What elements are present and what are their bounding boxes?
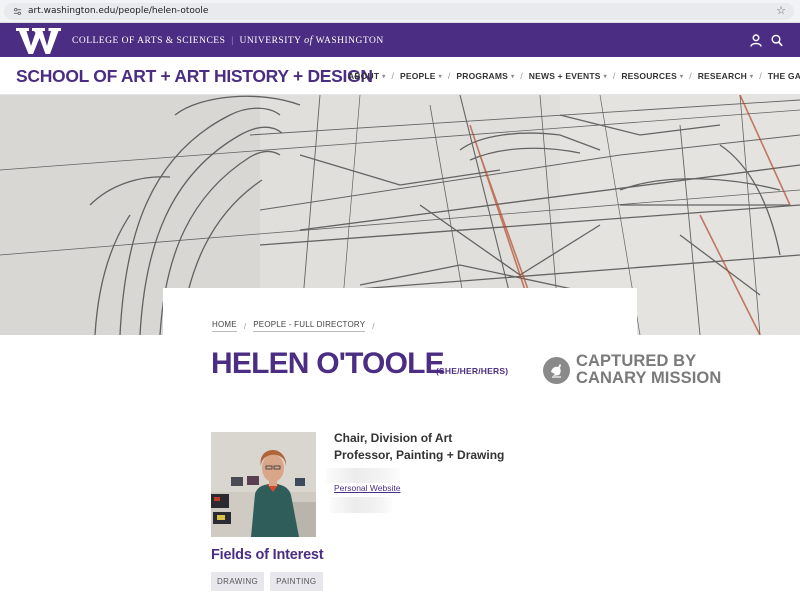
uw-w-logo[interactable] [16, 27, 62, 55]
fields-of-interest-heading: Fields of Interest [211, 547, 324, 563]
search-icon[interactable] [771, 34, 783, 47]
nav-item-programs[interactable]: PROGRAMS ▾ [456, 71, 514, 81]
nav-label: NEWS + EVENTS [528, 71, 601, 81]
school-title-link[interactable]: SCHOOL OF ART + ART HISTORY + DESIGN [16, 66, 373, 87]
nav-label: RESOURCES [621, 71, 677, 81]
nav-label: PROGRAMS [456, 71, 509, 81]
browser-address-bar: art.washington.edu/people/helen-otoole ☆ [0, 0, 800, 23]
profile-title-professor: Professor, Painting + Drawing [334, 448, 505, 462]
college-separator: | [231, 36, 234, 46]
nav-label: RESEARCH [697, 71, 748, 81]
breadcrumb-people-directory[interactable]: PEOPLE - FULL DIRECTORY [253, 320, 366, 332]
page-title: HELEN O'TOOLE [211, 347, 445, 380]
tag-drawing[interactable]: DRAWING [211, 572, 265, 591]
url-field[interactable]: art.washington.edu/people/helen-otoole ☆ [4, 3, 794, 20]
nav-separator: / [447, 71, 451, 81]
pronouns: (SHE/HER/HERS) [436, 366, 509, 376]
nav-separator: / [759, 71, 762, 81]
user-icon[interactable] [750, 34, 762, 47]
chevron-down-icon: ▾ [679, 73, 684, 80]
fields-of-interest-tags: DRAWING PAINTING [211, 572, 329, 591]
canary-mission-badge: CAPTURED BY CANARY MISSION [576, 353, 721, 387]
chevron-down-icon: ▾ [511, 73, 515, 80]
tag-painting[interactable]: PAINTING [270, 572, 323, 591]
university-name-of: of [304, 35, 313, 46]
personal-website-link[interactable]: Personal Website [334, 483, 400, 493]
nav-label: ABOUT [348, 71, 380, 81]
breadcrumb-separator: / [372, 321, 375, 331]
profile-title-chair: Chair, Division of Art [334, 431, 453, 445]
breadcrumb-home[interactable]: HOME [212, 320, 237, 332]
canary-line-1: CAPTURED BY [576, 352, 697, 370]
chevron-down-icon: ▾ [438, 73, 442, 80]
nav-item-resources[interactable]: RESOURCES ▾ [621, 71, 683, 81]
canary-bird-icon [543, 357, 570, 384]
nav-label: THE GALLERY [767, 71, 800, 81]
nav-separator: / [689, 71, 692, 81]
chevron-down-icon: ▾ [603, 73, 607, 80]
nav-separator: / [612, 71, 616, 81]
nav-item-about[interactable]: ABOUT ▾ [348, 71, 385, 81]
university-name-pre: UNIVERSITY [239, 36, 302, 46]
chevron-down-icon: ▾ [750, 73, 754, 80]
nav-separator: / [391, 71, 394, 81]
bookmark-star-icon[interactable]: ☆ [776, 4, 786, 17]
breadcrumb-separator: / [243, 321, 247, 331]
school-header: SCHOOL OF ART + ART HISTORY + DESIGN ABO… [0, 57, 800, 95]
profile-photo [211, 432, 316, 537]
nav-item-people[interactable]: PEOPLE ▾ [400, 71, 442, 81]
url-text[interactable]: art.washington.edu/people/helen-otoole [28, 6, 208, 16]
nav-item-news-events[interactable]: NEWS + EVENTS ▾ [529, 71, 607, 81]
site-info-icon[interactable] [13, 7, 22, 16]
main-nav: ABOUT ▾ / PEOPLE ▾ / PROGRAMS ▾ / NEWS + EV… [348, 71, 800, 81]
chevron-down-icon: ▾ [382, 73, 386, 80]
nav-separator: / [520, 71, 523, 81]
nav-label: PEOPLE [399, 71, 436, 81]
breadcrumb: HOME / PEOPLE - FULL DIRECTORY / [212, 320, 382, 332]
nav-item-the-gallery[interactable]: THE GALLERY▾ [768, 71, 800, 81]
canary-line-2: CANARY MISSION [576, 369, 722, 387]
university-name-post: WASHINGTON [315, 36, 384, 46]
university-top-bar: COLLEGE OF ARTS & SCIENCES | UNIVERSITY … [0, 23, 800, 57]
nav-item-research[interactable]: RESEARCH ▾ [698, 71, 754, 81]
redacted-field [330, 497, 392, 513]
college-link[interactable]: COLLEGE OF ARTS & SCIENCES | UNIVERSITY … [72, 35, 384, 46]
redacted-field [326, 468, 400, 483]
college-name: COLLEGE OF ARTS & SCIENCES [72, 36, 226, 46]
